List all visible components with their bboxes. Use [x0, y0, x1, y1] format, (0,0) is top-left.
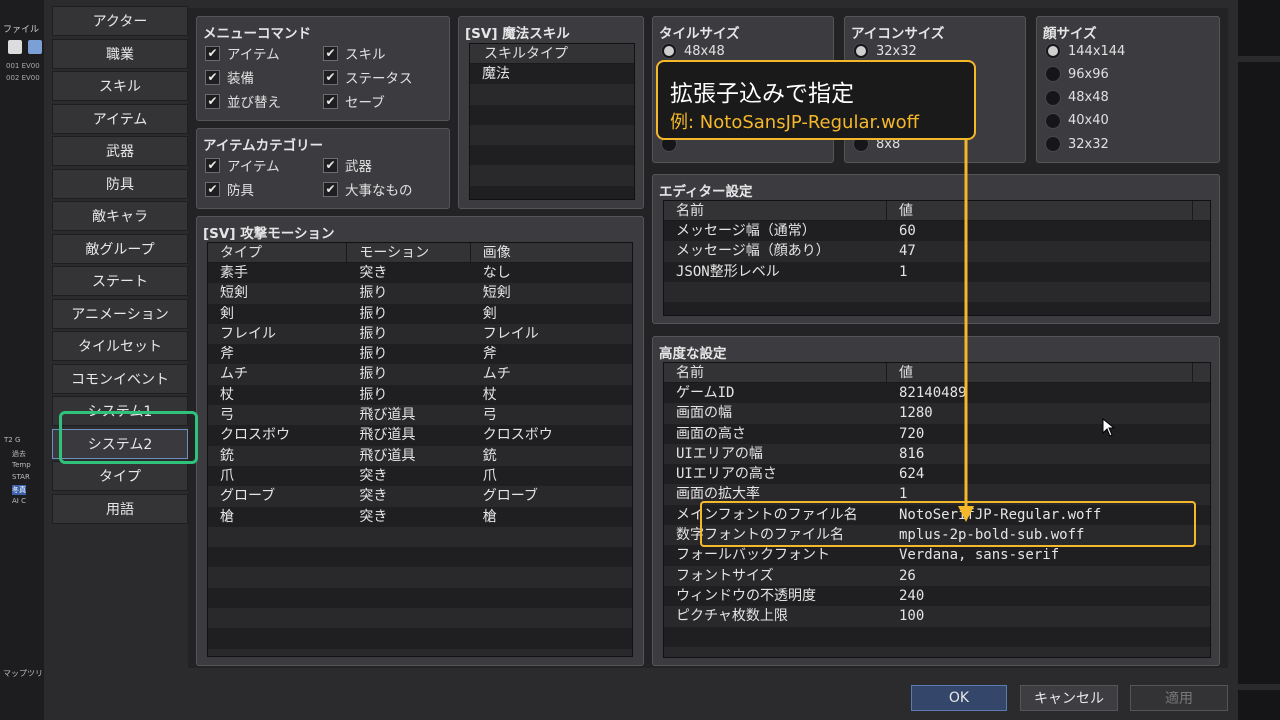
mouse-cursor-icon — [1102, 418, 1116, 437]
annotation-arrow — [958, 140, 974, 522]
callout-example: 例: NotoSansJP-Regular.woff — [670, 112, 920, 133]
annotation-callout: 拡張子込みで指定 例: NotoSansJP-Regular.woff — [656, 60, 976, 140]
callout-text: 拡張子込みで指定 — [670, 81, 854, 107]
